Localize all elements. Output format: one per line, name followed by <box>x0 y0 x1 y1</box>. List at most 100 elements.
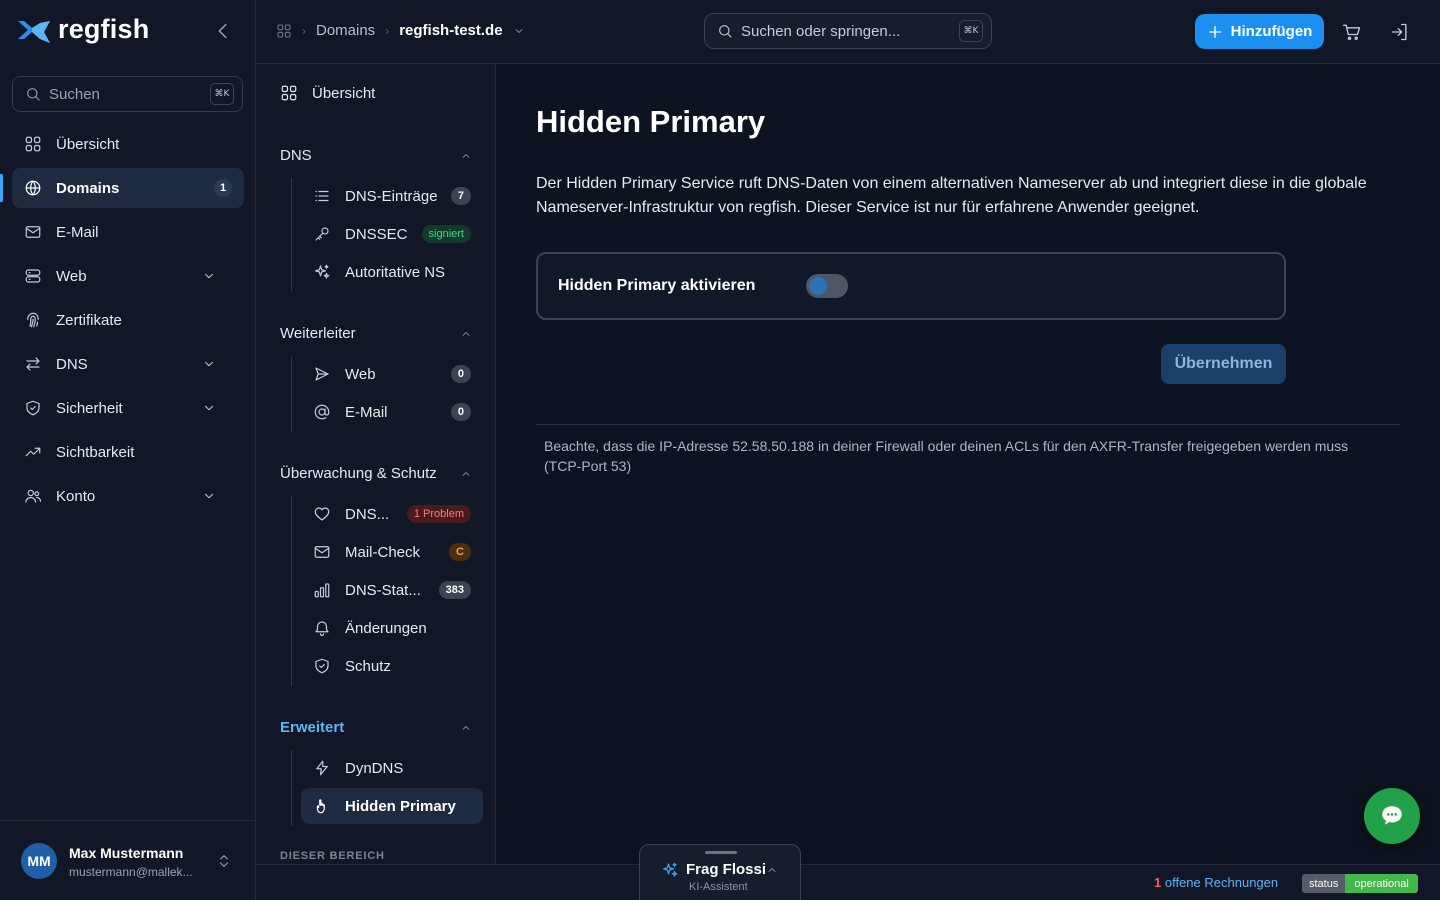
section-monitoring-header[interactable]: Überwachung & Schutz <box>280 465 472 482</box>
sidebar-item-account[interactable]: Konto <box>12 476 244 516</box>
invoice-text: offene Rechnungen <box>1164 875 1279 890</box>
chevron-up-icon <box>462 472 470 476</box>
subnav-item-label: Änderungen <box>345 619 427 637</box>
hand-pointer-icon <box>316 799 325 814</box>
grade-badge: C <box>449 543 471 561</box>
assistant-title: Frag Flossi <box>686 861 767 878</box>
sidebar-item-label: DNS <box>56 355 88 373</box>
subnav-item-label: Schutz <box>345 657 391 675</box>
toggle-label: Hidden Primary aktivieren <box>558 277 756 294</box>
count-badge: 383 <box>438 581 471 599</box>
arrows-icon <box>26 357 40 371</box>
toggle-knob <box>809 277 827 295</box>
sidebar-item-domains[interactable]: Domains 1 <box>0 168 244 208</box>
trend-icon <box>25 447 41 457</box>
section-guide-line <box>291 178 292 292</box>
grid-icon[interactable] <box>276 23 292 39</box>
cart-icon[interactable] <box>1342 22 1362 42</box>
active-indicator <box>0 174 3 202</box>
count-badge: 0 <box>450 365 471 383</box>
sidebar-item-dns[interactable]: DNS <box>12 344 244 384</box>
breadcrumb-current-domain[interactable]: regfish-test.de <box>399 22 502 39</box>
shield-icon <box>26 400 40 416</box>
sidebar-item-label: Zertifikate <box>56 311 122 329</box>
subnav-item-email-forwarder[interactable]: E-Mail 0 <box>301 394 483 430</box>
subnav-overview-label: Übersicht <box>312 84 376 102</box>
global-search-placeholder: Suchen oder springen... <box>741 22 901 40</box>
status-value: operational <box>1345 874 1418 893</box>
heart-icon <box>314 507 330 521</box>
chevron-down-icon[interactable] <box>513 25 525 37</box>
sidebar-search-input[interactable]: Suchen ⌘K <box>12 76 243 112</box>
key-icon <box>315 227 329 241</box>
subnav-overview[interactable]: Übersicht <box>280 84 375 102</box>
hidden-primary-toggle[interactable] <box>806 274 848 298</box>
user-menu[interactable]: MM Max Mustermann mustermann@mallek... <box>0 820 255 900</box>
chevron-up-icon <box>768 868 776 872</box>
subnav-item-protection[interactable]: Schutz <box>301 648 483 684</box>
page-description: Der Hidden Primary Service ruft DNS-Date… <box>536 175 1367 216</box>
list-icon <box>315 190 329 202</box>
add-button[interactable]: Hinzufügen <box>1195 14 1324 49</box>
user-email: mustermann@mallek... <box>69 865 193 879</box>
subnav-item-dyndns[interactable]: DynDNS <box>301 750 483 786</box>
logo[interactable]: regfish <box>16 14 149 45</box>
section-dns-header[interactable]: DNS <box>280 147 472 164</box>
sidebar-item-email[interactable]: E-Mail <box>12 212 244 252</box>
chevron-down-icon <box>205 493 213 499</box>
open-invoices-link[interactable]: 1 offene Rechnungen <box>1154 875 1278 890</box>
subnav-item-changes[interactable]: Änderungen <box>301 610 483 646</box>
drag-handle[interactable] <box>705 851 737 854</box>
subnav-item-authoritative-ns[interactable]: Autoritative NS <box>301 254 483 290</box>
section-footer-label: DIESER BEREICH <box>280 850 385 862</box>
sidebar-item-label: Domains <box>56 179 120 197</box>
collapse-sidebar-icon[interactable] <box>212 20 234 42</box>
section-title: Erweitert <box>280 719 345 736</box>
search-icon <box>27 88 40 101</box>
sidebar-item-security[interactable]: Sicherheit <box>12 388 244 428</box>
section-guide-line <box>291 496 292 686</box>
status-label: status <box>1302 874 1346 893</box>
sidebar-item-visibility[interactable]: Sichtbarkeit <box>12 432 244 472</box>
ai-assistant-panel[interactable]: Frag Flossi KI-Assistent <box>639 844 801 900</box>
subnav-item-dnssec[interactable]: DNSSEC signiert <box>301 216 483 252</box>
subnav-item-hidden-primary[interactable]: Hidden Primary <box>301 788 483 824</box>
global-search-input[interactable]: Suchen oder springen... ⌘K <box>704 13 992 49</box>
section-guide-line <box>291 750 292 826</box>
shortcut-hint: ⌘K <box>959 20 983 42</box>
sidebar-item-overview[interactable]: Übersicht <box>12 124 244 164</box>
subnav-item-label: DNS... <box>345 505 390 523</box>
subnav-item-dns-stats[interactable]: DNS-Stat... 383 <box>301 572 483 608</box>
subnav-item-label: DynDNS <box>345 759 404 777</box>
domains-count-badge: 1 <box>214 179 232 197</box>
section-title: Weiterleiter <box>280 325 356 342</box>
section-advanced-header[interactable]: Erweitert <box>280 719 472 736</box>
chevron-up-icon <box>462 726 470 730</box>
subnav-item-mail-check[interactable]: Mail-Check C <box>301 534 483 570</box>
sparkles-icon <box>315 264 330 279</box>
chat-button[interactable] <box>1364 788 1420 844</box>
plus-icon <box>1208 25 1221 38</box>
top-bar: › Domains › regfish-test.de Suchen oder … <box>256 0 1440 64</box>
regfish-logo-icon <box>18 20 50 43</box>
subnav-item-dns-records[interactable]: DNS-Einträge 7 <box>301 178 483 214</box>
section-forwarders-header[interactable]: Weiterleiter <box>280 325 472 342</box>
chevron-updown-icon[interactable] <box>216 853 232 869</box>
shield-icon <box>315 658 329 674</box>
sidebar-item-web[interactable]: Web <box>12 256 244 296</box>
breadcrumb-domains[interactable]: Domains <box>316 22 375 39</box>
sidebar: regfish Suchen ⌘K Übersicht Domains 1 E-… <box>0 0 256 900</box>
count-badge: 0 <box>450 403 471 421</box>
bar-chart-icon <box>314 583 330 598</box>
subnav-item-dns-health[interactable]: DNS... 1 Problem <box>301 496 483 532</box>
user-name: Max Mustermann <box>69 845 184 861</box>
subnav-item-label: E-Mail <box>345 403 388 421</box>
apply-button[interactable]: Übernehmen <box>1161 344 1286 384</box>
subnav-item-web-forwarder[interactable]: Web 0 <box>301 356 483 392</box>
status-badge[interactable]: status operational <box>1302 874 1418 893</box>
sidebar-item-certificates[interactable]: Zertifikate <box>12 300 244 340</box>
problem-badge: 1 Problem <box>406 505 471 523</box>
grid-icon <box>25 136 41 152</box>
logout-icon[interactable] <box>1390 22 1410 42</box>
sidebar-item-label: E-Mail <box>56 223 99 241</box>
